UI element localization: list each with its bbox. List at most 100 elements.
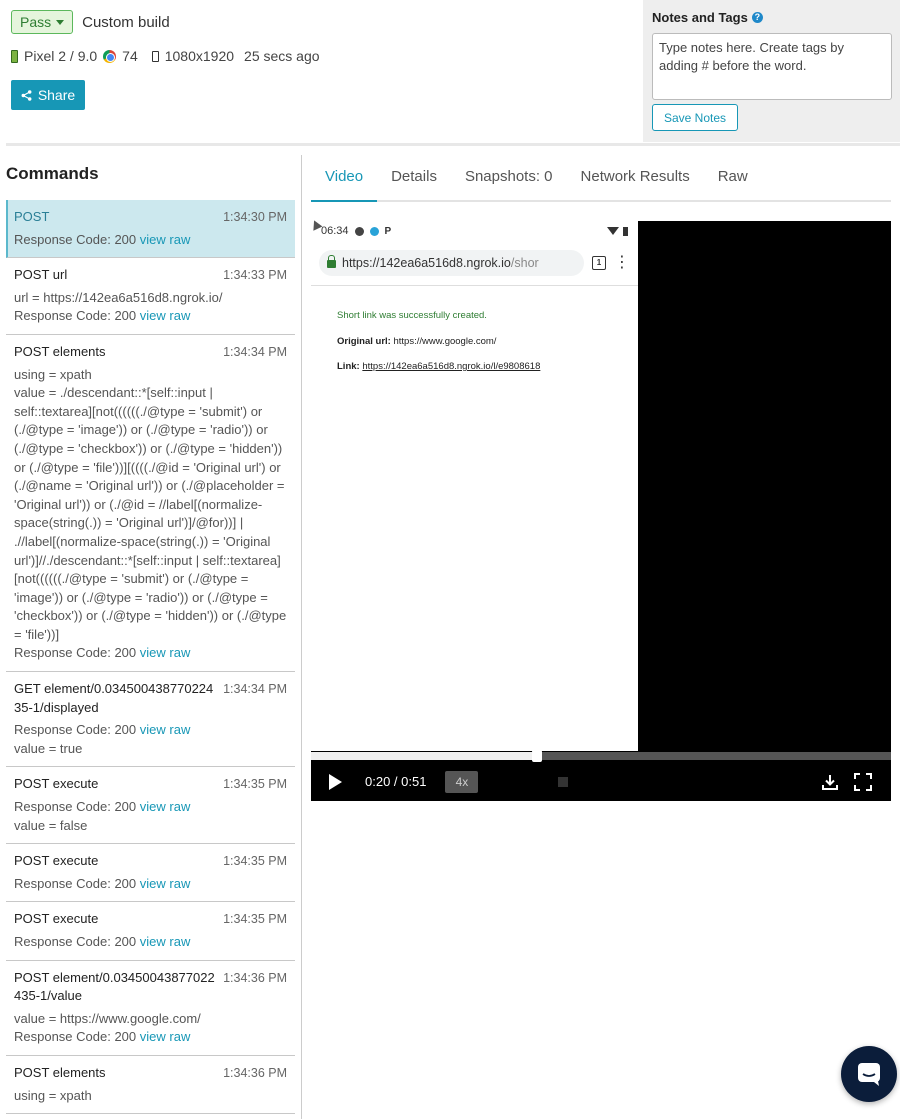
- command-head: POST element/0.03450043877022435-1/value…: [14, 969, 287, 1006]
- command-name: POST execute: [14, 776, 99, 792]
- commands-title: Commands: [6, 164, 99, 183]
- command-name: POST execute: [14, 853, 99, 869]
- lock-icon: [327, 255, 336, 268]
- play-icon[interactable]: [329, 773, 342, 790]
- command-row[interactable]: POST element/0.03450043877022435-1/value…: [6, 961, 295, 1056]
- command-response: Response Code: 200 view raw: [14, 1028, 287, 1047]
- playback-speed-button[interactable]: 4x: [445, 770, 479, 793]
- view-raw-link[interactable]: view raw: [140, 1029, 191, 1044]
- command-param: using = xpath: [14, 1087, 92, 1103]
- response-code: Response Code: 200: [14, 875, 137, 891]
- command-head: POST elements 1:34:34 PM: [14, 343, 287, 362]
- command-time: 1:34:35 PM: [223, 854, 287, 869]
- command-name: POST element/0.03450043877022435-1/value: [14, 969, 215, 1004]
- share-label: Share: [37, 87, 76, 103]
- command-row[interactable]: POST url 1:34:33 PM url = https://142ea6a5…: [6, 258, 295, 335]
- chrome-icon: [103, 49, 117, 63]
- wifi-icon: [607, 227, 619, 235]
- original-url-line: Original url: https://www.google.com/: [337, 336, 638, 347]
- page-content: Short link was successfully created. Ori…: [311, 286, 638, 372]
- header-divider: [6, 143, 900, 146]
- command-time: 1:34:36 PM: [223, 970, 287, 985]
- share-icon: [21, 89, 32, 101]
- command-row[interactable]: POST execute 1:34:35 PM Response Code: 200…: [6, 844, 295, 903]
- status-label: Pass: [20, 14, 52, 30]
- original-url-label: Original url:: [337, 336, 391, 347]
- command-row[interactable]: POST elements 1:34:36 PM using = xpath: [6, 1056, 295, 1115]
- command-row[interactable]: POST 1:34:30 PM Response Code: 200 view ra…: [6, 200, 295, 259]
- status-dropdown[interactable]: Pass: [11, 10, 74, 34]
- command-name: GET element/0.03450043877022435-1/displa…: [14, 681, 214, 715]
- view-raw-link[interactable]: view raw: [140, 722, 191, 737]
- command-param: using = xpath: [14, 366, 92, 382]
- stop-icon: [558, 776, 569, 787]
- notes-textarea[interactable]: Type notes here. Create tags by adding #…: [652, 33, 892, 100]
- chat-support-button[interactable]: [841, 1046, 897, 1102]
- browser-url-row: https://142ea6a516d8.ngrok.io/shor 1 ⋮: [311, 240, 638, 286]
- command-param: value = https://www.google.com/: [14, 1010, 201, 1026]
- command-row[interactable]: POST execute 1:34:35 PM Response Code: 200…: [6, 902, 295, 961]
- command-head: POST execute 1:34:35 PM: [14, 852, 287, 871]
- command-time: 1:34:34 PM: [223, 344, 287, 359]
- resolution-phone-icon: [151, 50, 159, 62]
- response-code: Response Code: 200: [14, 231, 137, 247]
- response-code: Response Code: 200: [14, 308, 137, 324]
- view-raw-link[interactable]: view raw: [140, 232, 191, 247]
- command-row[interactable]: POST elements 1:34:34 PM using = xpath valu…: [6, 335, 295, 673]
- address-bar[interactable]: https://142ea6a516d8.ngrok.io/shor: [319, 249, 584, 276]
- response-code: Response Code: 200: [14, 722, 137, 738]
- save-notes-button[interactable]: Save Notes: [652, 104, 738, 131]
- caret-down-icon: [56, 19, 65, 25]
- tab-network-results[interactable]: Network Results: [567, 164, 704, 202]
- tab-raw[interactable]: Raw: [704, 164, 762, 202]
- short-link-label: Link:: [337, 361, 360, 372]
- help-icon[interactable]: ?: [751, 12, 763, 23]
- device-info: Pixel 2 / 9.0 74 1080x1920 25 secs ago: [11, 48, 320, 64]
- android-status-bar: 06:34 P: [311, 222, 638, 240]
- command-time: 1:34:35 PM: [223, 912, 287, 927]
- command-time: 1:34:30 PM: [223, 210, 287, 224]
- command-head: POST url 1:34:33 PM: [14, 266, 287, 285]
- view-raw-link[interactable]: view raw: [140, 876, 191, 891]
- share-button[interactable]: Share: [11, 80, 85, 110]
- view-raw-link[interactable]: view raw: [140, 645, 191, 660]
- command-response: Response Code: 200 view raw: [14, 307, 287, 326]
- command-row[interactable]: POST execute 1:34:35 PM Response Code: 200…: [6, 767, 295, 845]
- command-time: 1:34:35 PM: [223, 777, 287, 792]
- url-rest: /shor: [510, 255, 539, 270]
- tab-snapshots[interactable]: Snapshots: 0: [451, 164, 567, 202]
- command-param: url = https://142ea6a516d8.ngrok.io/: [14, 289, 223, 305]
- command-time: 1:34:33 PM: [223, 268, 287, 283]
- command-head: POST execute 1:34:35 PM: [14, 775, 287, 794]
- device-name: Pixel 2 / 9.0: [24, 48, 98, 64]
- video-time: 0:20 / 0:51: [365, 774, 427, 789]
- video-player[interactable]: 06:34 P https://142ea6a516d8.ngrok.io/sh…: [311, 221, 891, 801]
- view-raw-link[interactable]: view raw: [140, 934, 191, 949]
- chat-icon: [858, 1063, 880, 1086]
- command-row[interactable]: GET element/0.03450043877022435-1/displa…: [6, 672, 295, 768]
- view-raw-link[interactable]: view raw: [140, 799, 191, 814]
- command-name: POST: [14, 209, 50, 224]
- command-name: POST elements: [14, 1064, 106, 1080]
- session-tabs: Video Details Snapshots: 0 Network Resul…: [311, 164, 891, 202]
- more-menu-icon[interactable]: ⋮: [614, 254, 630, 270]
- time-ago: 25 secs ago: [244, 48, 320, 64]
- battery-icon: [623, 226, 628, 236]
- video-progress-bar[interactable]: [311, 750, 891, 762]
- notes-title-text: Notes and Tags: [652, 10, 748, 25]
- command-result: value = false: [14, 817, 88, 833]
- fullscreen-icon[interactable]: [854, 773, 872, 791]
- status-row: Pass Custom build: [11, 10, 170, 34]
- progress-thumb[interactable]: [532, 750, 543, 762]
- url-text: https://142ea6a516d8.ngrok.io: [342, 255, 511, 270]
- view-raw-link[interactable]: view raw: [140, 308, 191, 323]
- tab-switcher-icon[interactable]: 1: [592, 255, 606, 270]
- commands-list: POST 1:34:30 PM Response Code: 200 view ra…: [6, 200, 295, 1115]
- short-link-value[interactable]: https://142ea6a516d8.ngrok.io/l/e9808618: [362, 361, 540, 372]
- build-name: Custom build: [82, 13, 170, 31]
- tab-details[interactable]: Details: [377, 164, 451, 202]
- tab-video[interactable]: Video: [311, 164, 378, 202]
- command-head: GET element/0.03450043877022435-1/displa…: [14, 680, 287, 717]
- browser-version: 74: [122, 48, 138, 64]
- download-icon[interactable]: [821, 773, 839, 791]
